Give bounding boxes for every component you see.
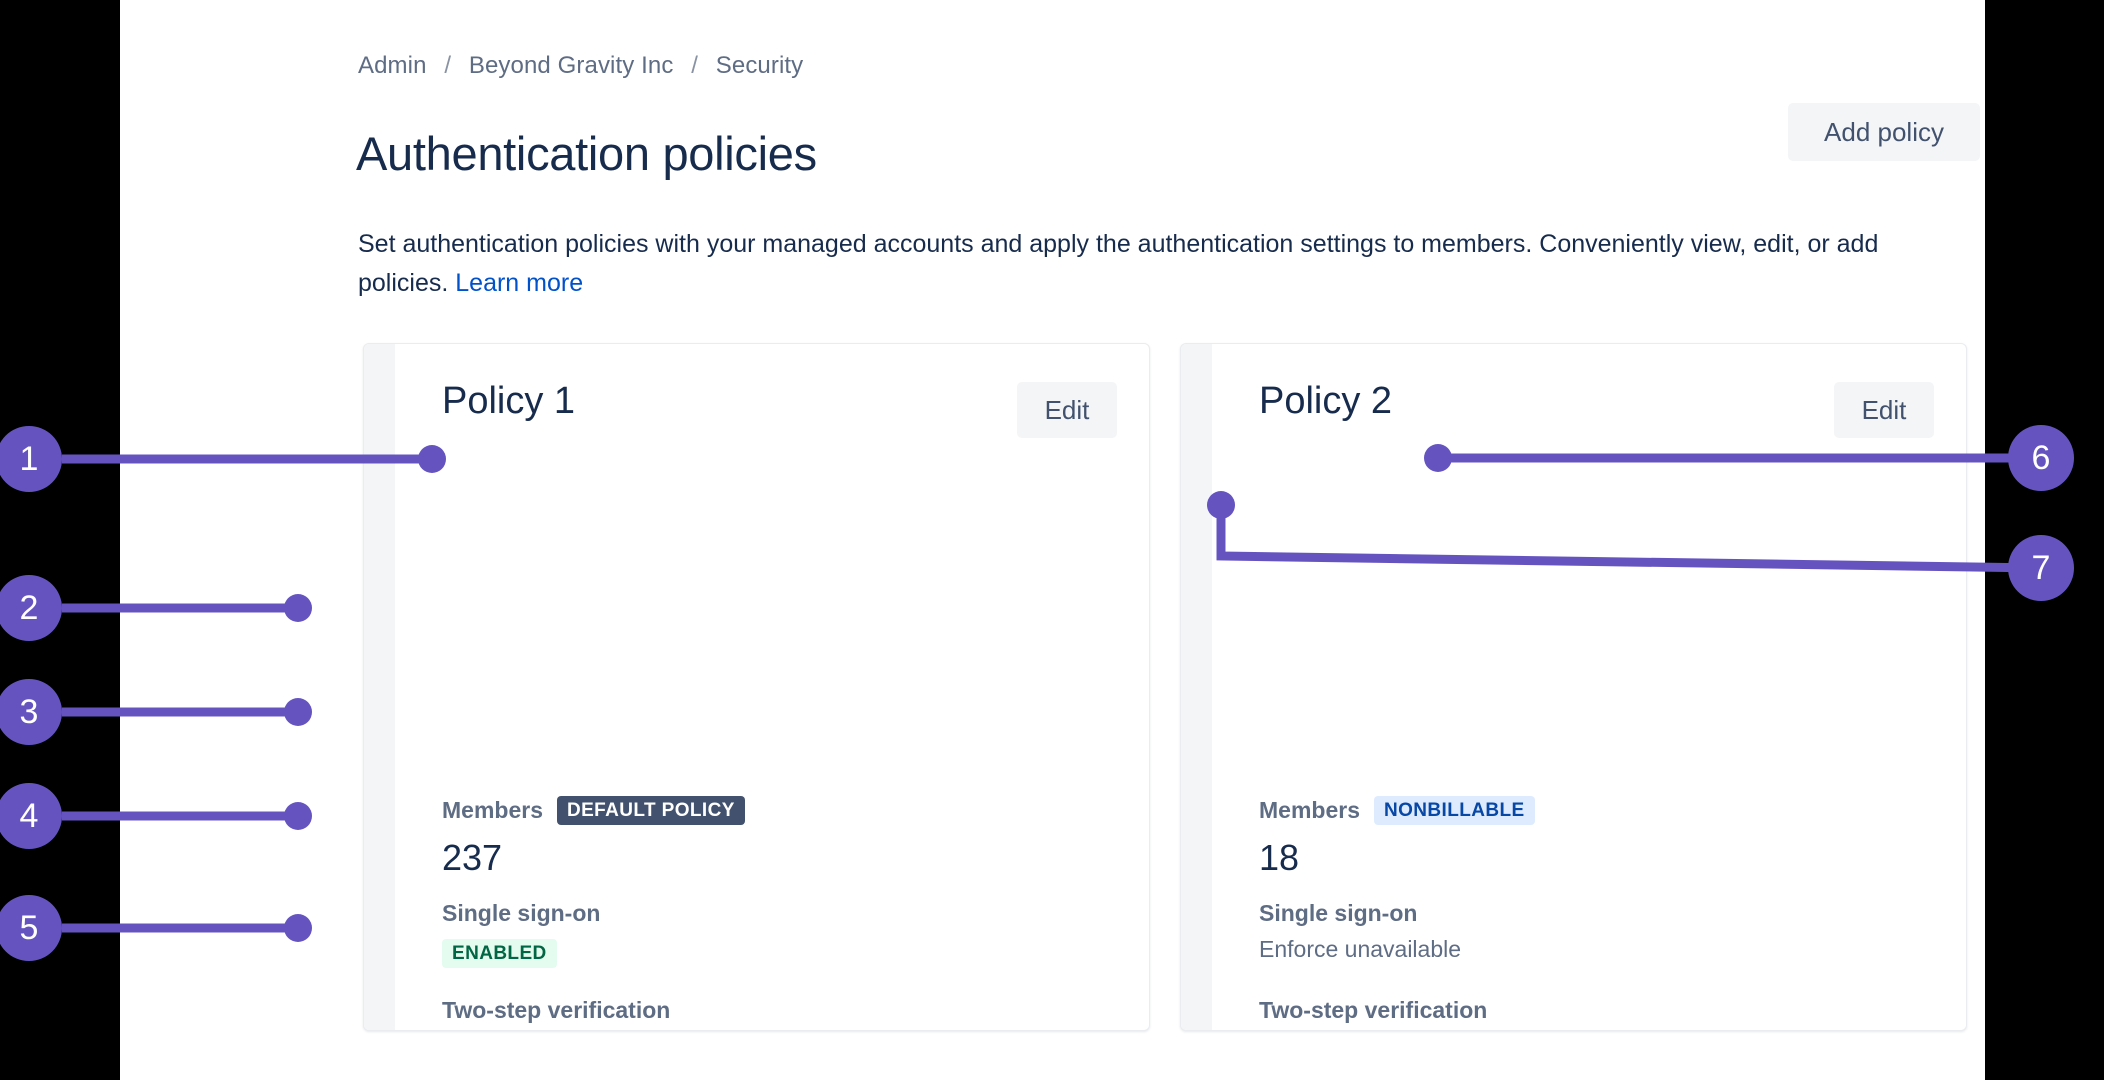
breadcrumb-item-security[interactable]: Security [716,52,804,79]
card-body: Policy 2 Edit Members NONBILLABLE 18 Sin… [1212,344,1966,1030]
breadcrumb-item-admin[interactable]: Admin [358,52,427,79]
policy-card: Policy 1 Edit Members DEFAULT POLICY 237… [363,343,1150,1031]
card-left-gutter [1181,344,1212,1030]
annotation-number-7: 7 [2008,535,2074,601]
members-row: Members NONBILLABLE [1259,796,1535,825]
edit-policy-button[interactable]: Edit [1834,382,1934,438]
setting-value: Enforce unavailable [1259,936,1959,963]
status-badge-default-policy: DEFAULT POLICY [557,796,745,825]
page-description-text: Set authentication policies with your ma… [358,230,1878,297]
edit-policy-button[interactable]: Edit [1017,382,1117,438]
members-row: Members DEFAULT POLICY [442,796,745,825]
card-body: Policy 1 Edit Members DEFAULT POLICY 237… [395,344,1149,1030]
members-label: Members [1259,797,1360,824]
members-count: 18 [1259,837,1299,879]
setting-two-step-verification: Two-step verification OPTIONAL [1259,997,1959,1031]
setting-single-sign-on: Single sign-on ENABLED [442,900,1142,968]
policy-card: Policy 2 Edit Members NONBILLABLE 18 Sin… [1180,343,1967,1031]
setting-label: Two-step verification [442,997,1142,1024]
breadcrumb: Admin / Beyond Gravity Inc / Security [358,52,803,80]
breadcrumb-separator: / [433,52,462,79]
learn-more-link[interactable]: Learn more [455,269,583,297]
setting-label: Single sign-on [442,900,1142,927]
policy-title: Policy 1 [442,380,575,423]
policy-title: Policy 2 [1259,380,1392,423]
setting-single-sign-on: Single sign-on Enforce unavailable [1259,900,1959,963]
breadcrumb-separator: / [680,52,709,79]
status-badge-nonbillable: NONBILLABLE [1374,796,1535,825]
setting-value: ENABLED [442,938,1142,968]
add-policy-button[interactable]: Add policy [1788,103,1980,161]
page-title: Authentication policies [356,126,817,181]
setting-label: Two-step verification [1259,997,1959,1024]
admin-page: Admin / Beyond Gravity Inc / Security Au… [120,0,1985,1080]
screenshot-canvas: Admin / Beyond Gravity Inc / Security Au… [0,0,2104,1080]
members-label: Members [442,797,543,824]
status-badge-enabled: ENABLED [442,939,557,968]
setting-two-step-verification: Two-step verification Change in identity… [442,997,1142,1031]
setting-label: Single sign-on [1259,900,1959,927]
card-left-gutter [364,344,395,1030]
annotation-number-6: 6 [2008,425,2074,491]
page-description: Set authentication policies with your ma… [358,225,1958,303]
breadcrumb-item-organization[interactable]: Beyond Gravity Inc [469,52,674,79]
members-count: 237 [442,837,502,879]
